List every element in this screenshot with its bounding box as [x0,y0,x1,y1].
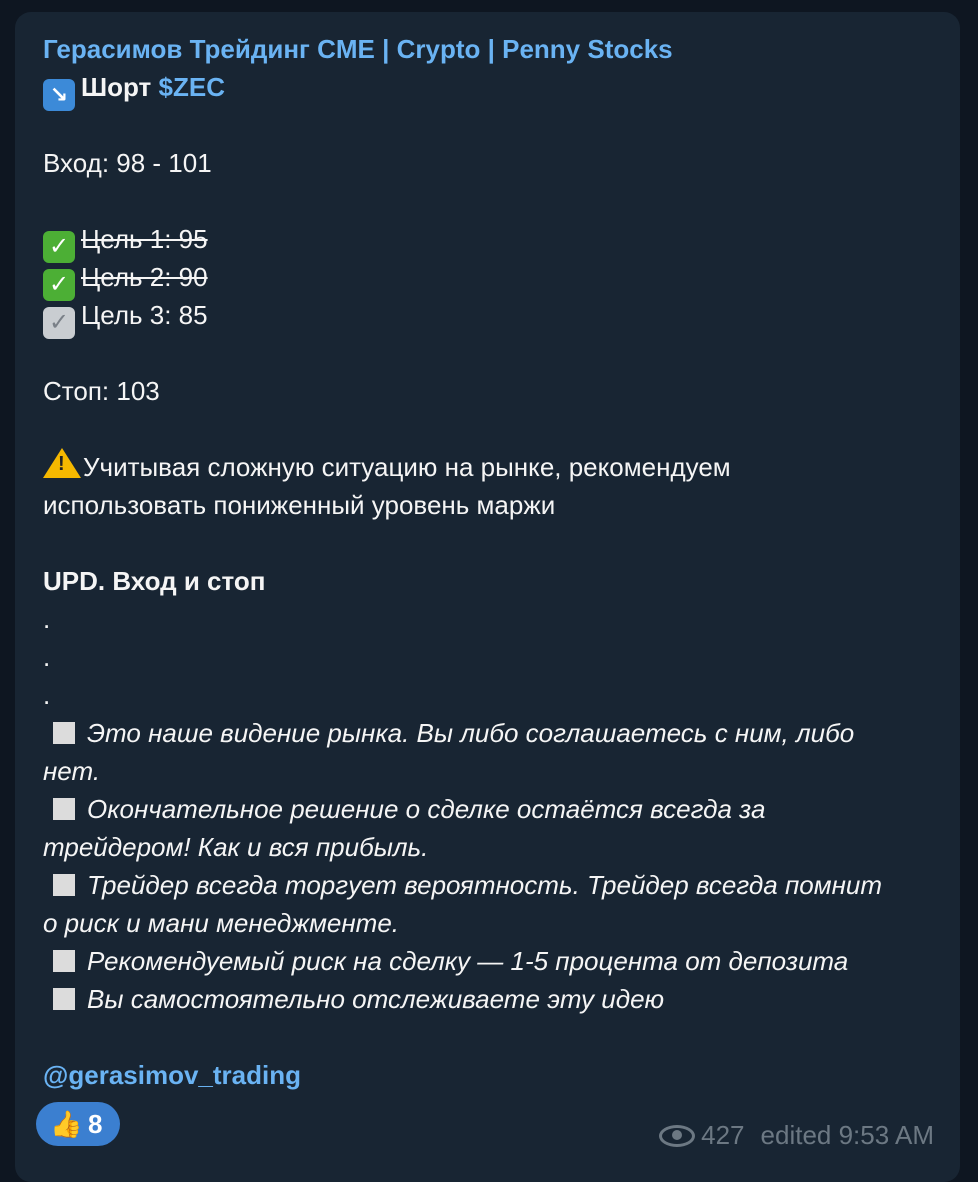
entry-line: Вход: 98 - 101 [43,148,212,178]
disclaimer-item: Трейдер всегда торгует вероятность. Трей… [43,866,943,904]
update-line: UPD. Вход и стоп [43,566,266,596]
target-3: ✓ Цель 3: 85 [43,296,943,339]
disclaimer-continuation: трейдером! Как и вся прибыль. [43,832,429,862]
disclaimer-text: Рекомендуемый риск на сделку — 1-5 проце… [87,946,849,976]
square-icon [53,798,75,820]
gray-check-mark-icon: ✓ [43,307,75,339]
disclaimer-continuation: нет. [43,756,101,786]
disclaimer-text: Окончательное решение о сделке остаётся … [87,794,766,824]
message-meta: 427 edited 9:53 AM [659,1120,934,1151]
channel-handle-link[interactable]: @gerasimov_trading [43,1056,943,1094]
disclaimer-text: Трейдер всегда торгует вероятность. Трей… [87,870,882,900]
disclaimer-item: Вы самостоятельно отслеживаете эту идею [43,980,943,1018]
target-1: ✓ Цель 1: 95 [43,220,943,263]
stop-line: Стоп: 103 [43,376,160,406]
square-icon [53,988,75,1010]
channel-name[interactable]: Герасимов Трейдинг CME | Crypto | Penny … [43,30,943,68]
eye-icon [659,1125,696,1147]
dot-line: . [43,604,51,634]
disclaimer-text: Вы самостоятельно отслеживаете эту идею [87,984,665,1014]
disclaimer-text: Это наше видение рынка. Вы либо соглашае… [87,718,855,748]
thumbs-up-reaction-button[interactable]: 👍 8 [36,1102,120,1146]
view-count: 427 [701,1120,745,1150]
dot-line: . [43,642,51,672]
edited-timestamp: edited 9:53 AM [760,1120,934,1150]
disclaimer-item: Это наше видение рынка. Вы либо соглашае… [43,714,943,752]
disclaimer-continuation: о риск и мани менеджменте. [43,908,400,938]
dot-line: . [43,680,51,710]
title-line: ↘ Шорт $ZEC [43,68,943,111]
target-label: Цель 3: 85 [81,300,208,330]
short-label: Шорт [81,72,152,102]
down-right-arrow-icon: ↘ [43,79,75,111]
target-label: Цель 1: 95 [81,224,208,254]
warning-icon: ! [43,448,81,478]
disclaimer-item: Рекомендуемый риск на сделку — 1-5 проце… [43,942,943,980]
target-2: ✓ Цель 2: 90 [43,258,943,301]
disclaimer-item: Окончательное решение о сделке остаётся … [43,790,943,828]
message-content: Герасимов Трейдинг CME | Crypto | Penny … [43,30,943,1094]
warning-line-2: использовать пониженный уровень маржи [43,490,556,520]
ticker-link[interactable]: $ZEC [159,72,225,102]
reaction-count: 8 [88,1109,103,1139]
warning-line: ! Учитывая сложную ситуацию на рынке, рек… [43,448,943,486]
square-icon [53,950,75,972]
square-icon [53,874,75,896]
target-label: Цель 2: 90 [81,262,208,292]
thumbs-up-icon: 👍 [50,1109,83,1139]
warning-text: Учитывая сложную ситуацию на рынке, реко… [83,452,731,482]
square-icon [53,722,75,744]
